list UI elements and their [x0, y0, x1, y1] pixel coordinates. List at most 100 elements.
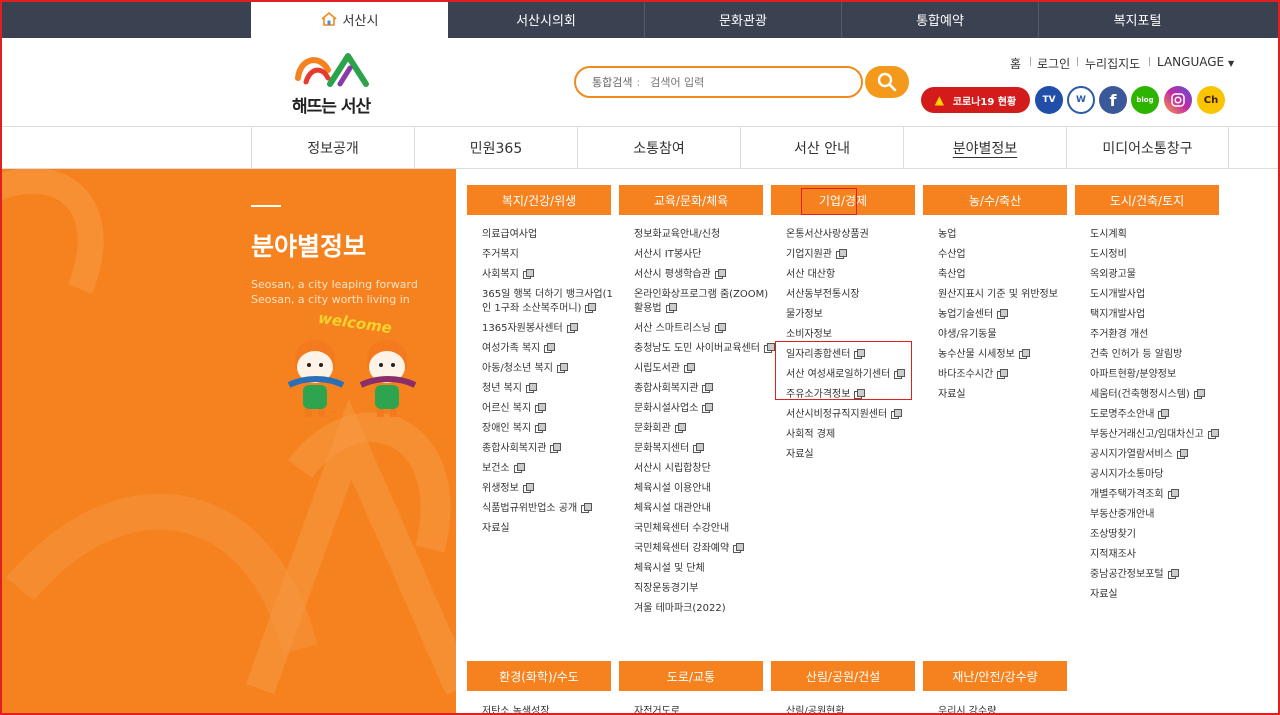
menu-link[interactable]: 종합사회복지관 [482, 442, 622, 456]
util-home-link[interactable]: 홈 [1010, 55, 1021, 72]
menu-column-header[interactable]: 복지/건강/위생 [467, 185, 611, 215]
menu-link[interactable]: 우리시 강수량 [938, 702, 996, 715]
menu-column-header[interactable]: 산림/공원/건설 [771, 661, 915, 691]
seosan-tv-icon[interactable]: TV [1035, 86, 1063, 114]
kakao-channel-icon[interactable]: Ch [1197, 86, 1225, 114]
menu-link[interactable]: 국민체육센터 강좌예약 [634, 542, 774, 556]
menu-column-header[interactable]: 교육/문화/체육 [619, 185, 763, 215]
nav-media[interactable]: 미디어소통창구 [1066, 127, 1229, 169]
menu-link[interactable]: 온라인화상프로그램 줌(ZOOM)활용법 [634, 288, 774, 316]
menu-link[interactable]: 서산 대산항 [786, 268, 926, 282]
menu-link[interactable]: 원산지표시 기준 및 위반정보 [938, 288, 1078, 302]
menu-link[interactable]: 바다조수시간 [938, 368, 1078, 382]
menu-link[interactable]: 종합사회복지관 [634, 382, 774, 396]
menu-link[interactable]: 온통서산사랑상품권 [786, 228, 926, 242]
menu-link[interactable]: 1365자원봉사센터 [482, 322, 622, 336]
menu-link[interactable]: 물가정보 [786, 308, 926, 322]
menu-link[interactable]: 농업 [938, 228, 1078, 242]
menu-link[interactable]: 서산 여성새로일하기센터 [786, 368, 926, 382]
nav-civil-service[interactable]: 민원365 [414, 127, 577, 169]
menu-link[interactable]: 체육시설 대관안내 [634, 502, 774, 516]
menu-link[interactable]: 사회복지 [482, 268, 622, 282]
menu-link[interactable]: 자료실 [482, 522, 622, 536]
top-tab-culture[interactable]: 문화관광 [645, 0, 842, 38]
facebook-icon[interactable]: f [1099, 86, 1127, 114]
top-tab-seosan[interactable]: 서산시 [251, 0, 448, 38]
menu-link[interactable]: 도시개발사업 [1090, 288, 1230, 302]
menu-link[interactable]: 공시지가열람서비스 [1090, 448, 1230, 462]
menu-link[interactable]: 도시계획 [1090, 228, 1230, 242]
menu-link[interactable]: 어르신 복지 [482, 402, 622, 416]
top-tab-welfare[interactable]: 복지포털 [1039, 0, 1236, 38]
menu-column-header[interactable]: 농/수/축산 [923, 185, 1067, 215]
menu-link[interactable]: 직장운동경기부 [634, 582, 774, 596]
menu-link[interactable]: 주거환경 개선 [1090, 328, 1230, 342]
corona-status-button[interactable]: ▲ 코로나19 현황 [921, 87, 1030, 113]
menu-link[interactable]: 문화복지센터 [634, 442, 774, 456]
menu-link[interactable]: 농수산물 시세정보 [938, 348, 1078, 362]
menu-column-header[interactable]: 재난/안전/강수량 [923, 661, 1067, 691]
nav-field-info[interactable]: 분야별정보 [903, 127, 1066, 169]
top-tab-reservation[interactable]: 통합예약 [842, 0, 1039, 38]
menu-link[interactable]: 축산업 [938, 268, 1078, 282]
menu-link[interactable]: 주거복지 [482, 248, 622, 262]
menu-link[interactable]: 도시정비 [1090, 248, 1230, 262]
menu-link[interactable]: 도로명주소안내 [1090, 408, 1230, 422]
menu-link[interactable]: 청년 복지 [482, 382, 622, 396]
menu-link[interactable]: 체육시설 이용안내 [634, 482, 774, 496]
menu-link[interactable]: 문화회관 [634, 422, 774, 436]
menu-link[interactable]: 자료실 [938, 388, 1078, 402]
instagram-icon[interactable] [1164, 86, 1192, 114]
menu-link[interactable]: 체육시설 및 단체 [634, 562, 774, 576]
menu-link[interactable]: 위생정보 [482, 482, 622, 496]
menu-link[interactable]: 부동산중개안내 [1090, 508, 1230, 522]
menu-link[interactable]: 장애인 복지 [482, 422, 622, 436]
menu-link[interactable]: 의료급여사업 [482, 228, 622, 242]
menu-link[interactable]: 충청남도 도민 사이버교육센터 [634, 342, 775, 356]
menu-link[interactable]: 여성가족 복지 [482, 342, 622, 356]
menu-link[interactable]: 365일 행복 더하기 뱅크사업(1인 1구좌 소산복주머니) [482, 288, 622, 316]
menu-link[interactable]: 세움터(건축행정시스템) [1090, 388, 1230, 402]
menu-link[interactable]: 산림/공원현황 [786, 702, 845, 715]
nav-about-seosan[interactable]: 서산 안내 [740, 127, 903, 169]
menu-link[interactable]: 농업기술센터 [938, 308, 1078, 322]
menu-link[interactable]: 아동/청소년 복지 [482, 362, 622, 376]
menu-link[interactable]: 소비자정보 [786, 328, 926, 342]
menu-link[interactable]: 자전거도로 [634, 702, 680, 715]
menu-link[interactable]: 자료실 [786, 448, 926, 462]
menu-link[interactable]: 아파트현황/분양정보 [1090, 368, 1230, 382]
menu-link[interactable]: 서산 스마트리스닝 [634, 322, 774, 336]
util-login-link[interactable]: 로그인 [1037, 55, 1070, 72]
menu-link[interactable]: 서산시 IT봉사단 [634, 248, 774, 262]
menu-link[interactable]: 개별주택가격조회 [1090, 488, 1230, 502]
menu-link[interactable]: 일자리종합센터 [786, 348, 926, 362]
menu-link[interactable]: 기업지원관 [786, 248, 926, 262]
search-button[interactable] [865, 66, 909, 98]
menu-link[interactable]: 건축 인허가 등 알림방 [1090, 348, 1230, 362]
menu-link[interactable]: 문화시설사업소 [634, 402, 774, 416]
util-sitemap-link[interactable]: 누리집지도 [1085, 55, 1140, 72]
menu-column-header[interactable]: 도시/건축/토지 [1075, 185, 1219, 215]
menu-link[interactable]: 저탄소 녹색성장 [482, 702, 550, 715]
menu-column-header[interactable]: 도로/교통 [619, 661, 763, 691]
menu-link[interactable]: 정보화교육안내/신청 [634, 228, 774, 242]
search-input[interactable] [650, 75, 831, 89]
menu-link[interactable]: 자료실 [1090, 588, 1230, 602]
menu-link[interactable]: 서산시 시립합창단 [634, 462, 774, 476]
menu-link[interactable]: 사회적 경제 [786, 428, 926, 442]
menu-link[interactable]: 중남공간정보포털 [1090, 568, 1230, 582]
nav-info-disclosure[interactable]: 정보공개 [251, 127, 414, 169]
menu-link[interactable]: 서산동부전통시장 [786, 288, 926, 302]
blog-icon[interactable]: blog [1131, 86, 1159, 114]
menu-link[interactable]: 식품법규위반업소 공개 [482, 502, 622, 516]
menu-link[interactable]: 주유소가격정보 [786, 388, 926, 402]
menu-link[interactable]: 조상땅찾기 [1090, 528, 1230, 542]
menu-link[interactable]: 서산시 평생학습관 [634, 268, 774, 282]
menu-link[interactable]: 국민체육센터 수강안내 [634, 522, 774, 536]
menu-link[interactable]: 시립도서관 [634, 362, 774, 376]
menu-link[interactable]: 공시지가소통마당 [1090, 468, 1230, 482]
menu-link[interactable]: 겨울 테마파크(2022) [634, 602, 774, 616]
menu-link[interactable]: 보건소 [482, 462, 622, 476]
util-language-select[interactable]: LANGUAGE ▼ [1157, 55, 1234, 69]
webzine-icon[interactable]: W [1067, 86, 1095, 114]
